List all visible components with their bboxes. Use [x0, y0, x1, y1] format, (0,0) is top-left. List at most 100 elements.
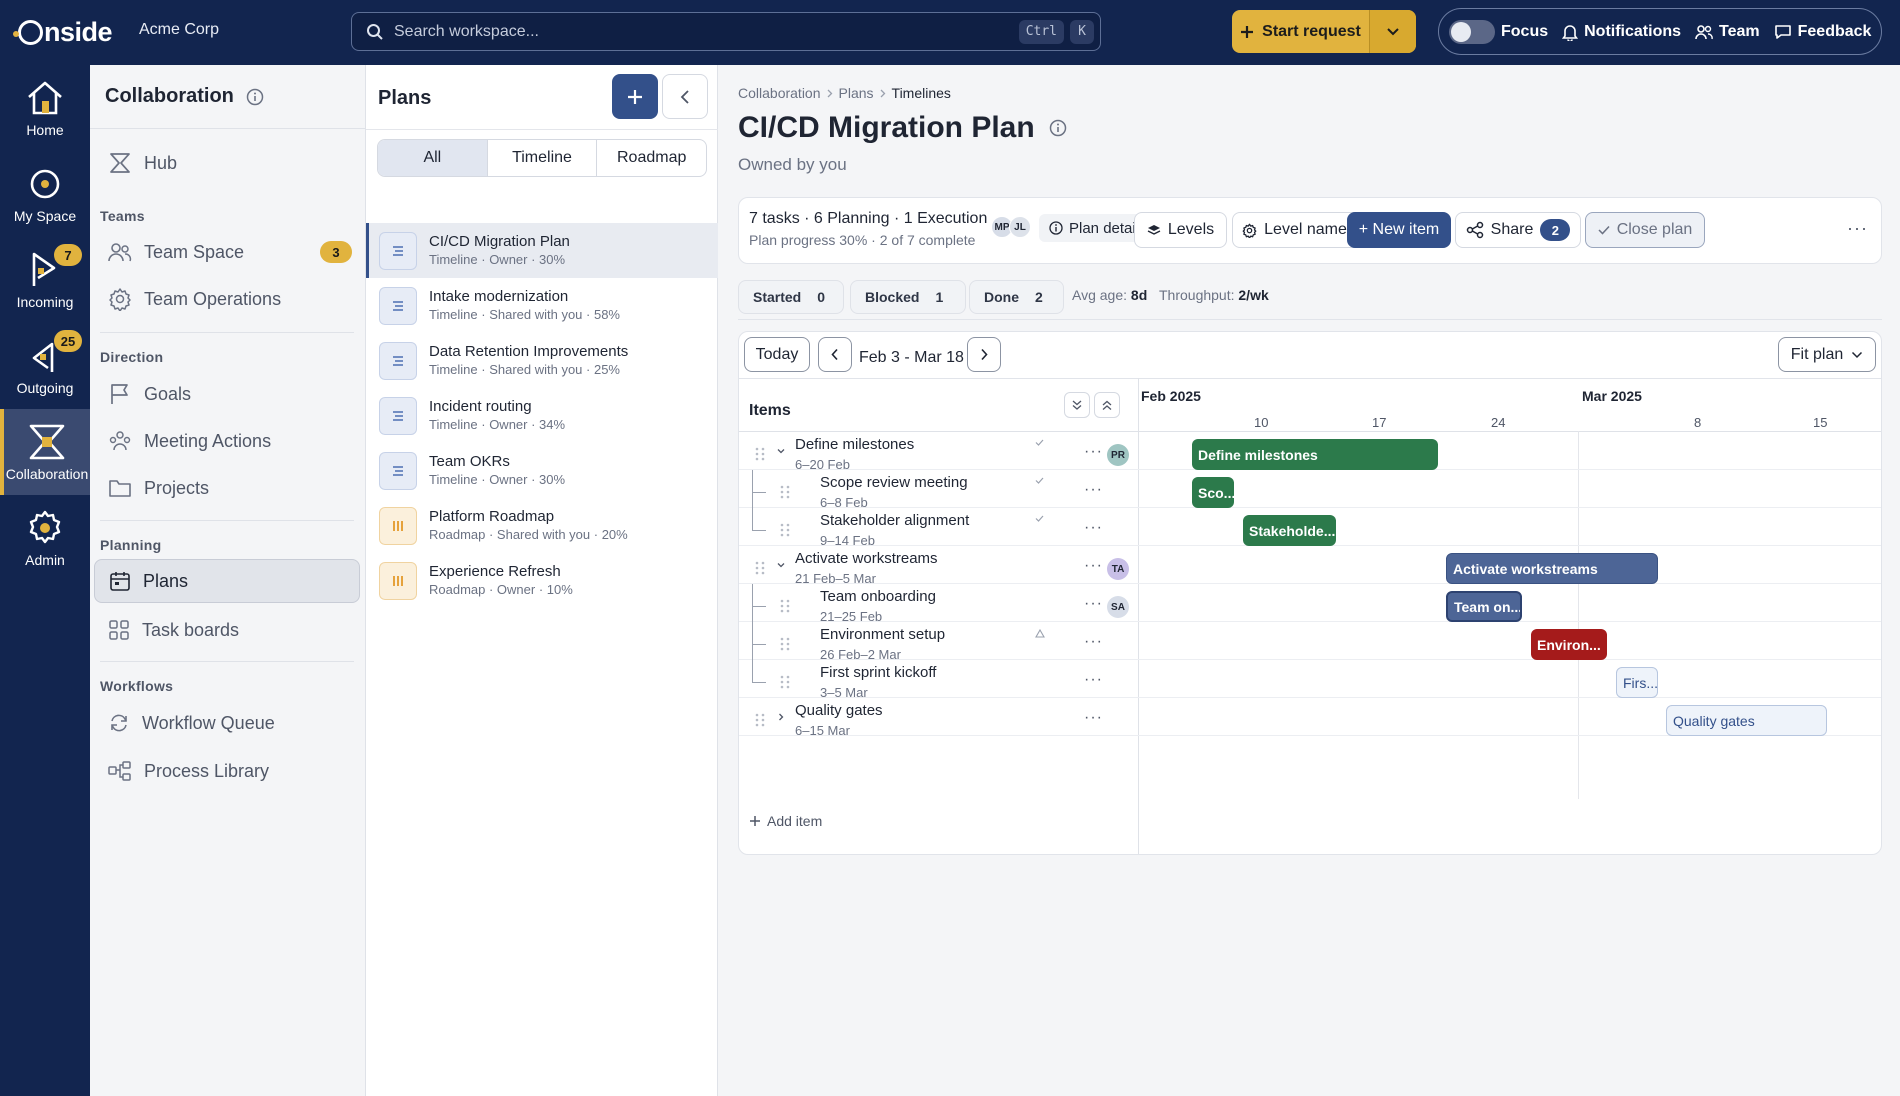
- nav-item-goals[interactable]: Goals: [94, 372, 360, 416]
- plan-list-item[interactable]: Data Retention Improvements Timeline · Sh…: [366, 333, 718, 388]
- row-menu-icon[interactable]: ···: [1084, 481, 1103, 499]
- level-names-button[interactable]: Level names: [1232, 212, 1365, 248]
- status-chip-started[interactable]: Started 0: [738, 280, 844, 314]
- row-menu-icon[interactable]: ···: [1084, 443, 1103, 461]
- chevron-right-icon[interactable]: [777, 713, 785, 721]
- nav-item-meeting-actions[interactable]: Meeting Actions: [94, 419, 360, 463]
- status-chip-done[interactable]: Done 2: [969, 280, 1064, 314]
- row-menu-icon[interactable]: ···: [1084, 709, 1103, 727]
- gantt-bar[interactable]: Team on...: [1446, 591, 1522, 622]
- rail-item-my-space[interactable]: My Space: [0, 151, 90, 237]
- gantt-bar[interactable]: Sco...: [1192, 477, 1234, 508]
- new-item-button[interactable]: + New item: [1347, 212, 1451, 248]
- nav-item-task-boards[interactable]: Task boards: [94, 608, 360, 652]
- focus-switch[interactable]: [1449, 19, 1495, 44]
- nav-item-projects[interactable]: Projects: [94, 466, 360, 510]
- org-name[interactable]: Acme Corp: [139, 21, 219, 39]
- table-row[interactable]: Define milestones 6–20 Feb ··· PR Define mil…: [739, 432, 1881, 472]
- gantt-bar[interactable]: Activate workstreams: [1446, 553, 1658, 584]
- table-row[interactable]: Scope review meeting 6–8 Feb ··· Sco...: [739, 470, 1881, 510]
- drag-handle-icon[interactable]: [780, 523, 790, 537]
- nav-item-team-operations[interactable]: Team Operations: [94, 277, 360, 321]
- table-row[interactable]: Environment setup 26 Feb–2 Mar ··· Environ.…: [739, 622, 1881, 662]
- start-request-button[interactable]: Start request: [1232, 10, 1416, 53]
- tab-all[interactable]: All: [378, 140, 488, 176]
- plan-name: Data Retention Improvements: [429, 343, 629, 360]
- table-row[interactable]: Activate workstreams 21 Feb–5 Mar ··· TA Act…: [739, 546, 1881, 586]
- nav-item-process-library[interactable]: Process Library: [94, 749, 360, 793]
- chevron-down-icon[interactable]: [777, 447, 785, 455]
- drag-handle-icon[interactable]: [780, 637, 790, 651]
- row-menu-icon[interactable]: ···: [1084, 595, 1103, 613]
- breadcrumb-collaboration[interactable]: Collaboration: [738, 85, 821, 101]
- chevron-down-icon[interactable]: [777, 561, 785, 569]
- drag-handle-icon[interactable]: [780, 599, 790, 613]
- plan-list-item[interactable]: CI/CD Migration Plan Timeline · Owner · 3…: [366, 223, 718, 278]
- add-item-button[interactable]: Add item: [749, 813, 822, 829]
- tab-timeline[interactable]: Timeline: [488, 140, 598, 176]
- collapse-panel-button[interactable]: [662, 74, 708, 119]
- drag-handle-icon[interactable]: [755, 447, 765, 461]
- info-icon[interactable]: [1049, 119, 1067, 137]
- share-button[interactable]: Share 2: [1455, 212, 1581, 248]
- drag-handle-icon[interactable]: [780, 485, 790, 499]
- feedback-button[interactable]: Feedback: [1774, 23, 1871, 41]
- start-request-dropdown[interactable]: [1370, 10, 1416, 53]
- gantt-bar[interactable]: Stakeholde...: [1243, 515, 1336, 546]
- rail-item-home[interactable]: Home: [0, 65, 90, 151]
- plan-list-item[interactable]: Platform Roadmap Roadmap · Shared with yo…: [366, 498, 718, 553]
- nav-item-workflow-queue[interactable]: Workflow Queue: [94, 701, 360, 745]
- plan-list-item[interactable]: Incident routing Timeline · Owner · 34%: [366, 388, 718, 443]
- drag-handle-icon[interactable]: [755, 561, 765, 575]
- previous-range-button[interactable]: [818, 337, 852, 372]
- table-row[interactable]: Quality gates 6–15 Mar ··· Quality gates: [739, 698, 1881, 738]
- row-menu-icon[interactable]: ···: [1084, 557, 1103, 575]
- table-row[interactable]: Stakeholder alignment 9–14 Feb ··· Stakehol…: [739, 508, 1881, 548]
- row-menu-icon[interactable]: ···: [1084, 671, 1103, 689]
- rail-item-incoming[interactable]: 7 Incoming: [0, 237, 90, 323]
- gantt-bar[interactable]: Quality gates: [1666, 705, 1827, 736]
- drag-handle-icon[interactable]: [755, 713, 765, 727]
- table-row[interactable]: Team onboarding 21–25 Feb ··· SA Team on...: [739, 584, 1881, 624]
- row-menu-icon[interactable]: ···: [1084, 519, 1103, 537]
- table-row[interactable]: First sprint kickoff 3–5 Mar ··· Firs...: [739, 660, 1881, 700]
- avatar[interactable]: SA: [1107, 596, 1129, 618]
- date-range-label: Feb 3 - Mar 18: [859, 349, 964, 366]
- start-request-main[interactable]: Start request: [1232, 10, 1370, 53]
- breadcrumb-plans[interactable]: Plans: [839, 85, 874, 101]
- expand-all-button[interactable]: [1064, 392, 1090, 418]
- close-plan-button[interactable]: Close plan: [1585, 212, 1705, 248]
- rail-item-collaboration[interactable]: Collaboration: [0, 409, 90, 495]
- app-logo[interactable]: nside: [13, 14, 113, 50]
- avatar[interactable]: TA: [1107, 558, 1129, 580]
- avatar[interactable]: PR: [1107, 444, 1129, 466]
- rail-item-outgoing[interactable]: 25 Outgoing: [0, 323, 90, 409]
- notifications-button[interactable]: Notifications: [1562, 23, 1681, 41]
- plan-list-item[interactable]: Intake modernization Timeline · Shared wi…: [366, 278, 718, 333]
- nav-item-plans[interactable]: Plans: [94, 559, 360, 603]
- collapse-all-button[interactable]: [1094, 392, 1120, 418]
- next-range-button[interactable]: [967, 337, 1001, 372]
- fit-plan-dropdown[interactable]: Fit plan: [1778, 337, 1876, 372]
- member-avatars[interactable]: MP JL: [991, 216, 1031, 238]
- plan-list-item[interactable]: Experience Refresh Roadmap · Owner · 10%: [366, 553, 718, 608]
- drag-handle-icon[interactable]: [780, 675, 790, 689]
- team-button[interactable]: Team: [1695, 23, 1760, 41]
- focus-toggle[interactable]: Focus: [1449, 19, 1548, 44]
- nav-item-hub[interactable]: Hub: [94, 141, 360, 185]
- gantt-bar[interactable]: Define milestones: [1192, 439, 1438, 470]
- row-menu-icon[interactable]: ···: [1084, 633, 1103, 651]
- today-button[interactable]: Today: [744, 337, 810, 372]
- rail-item-admin[interactable]: Admin: [0, 495, 90, 581]
- info-icon[interactable]: [246, 88, 264, 106]
- plan-list-item[interactable]: Team OKRs Timeline · Owner · 30%: [366, 443, 718, 498]
- gantt-bar[interactable]: Environ...: [1531, 629, 1607, 660]
- search-input[interactable]: Search workspace... Ctrl K: [351, 12, 1101, 51]
- tab-roadmap[interactable]: Roadmap: [597, 140, 706, 176]
- status-chip-blocked[interactable]: Blocked 1: [850, 280, 966, 314]
- gantt-bar[interactable]: Firs...: [1616, 667, 1658, 698]
- more-options-icon[interactable]: ···: [1847, 218, 1868, 239]
- add-plan-button[interactable]: [612, 74, 658, 119]
- nav-item-team-space[interactable]: Team Space 3: [94, 230, 360, 274]
- levels-button[interactable]: Levels: [1134, 212, 1227, 248]
